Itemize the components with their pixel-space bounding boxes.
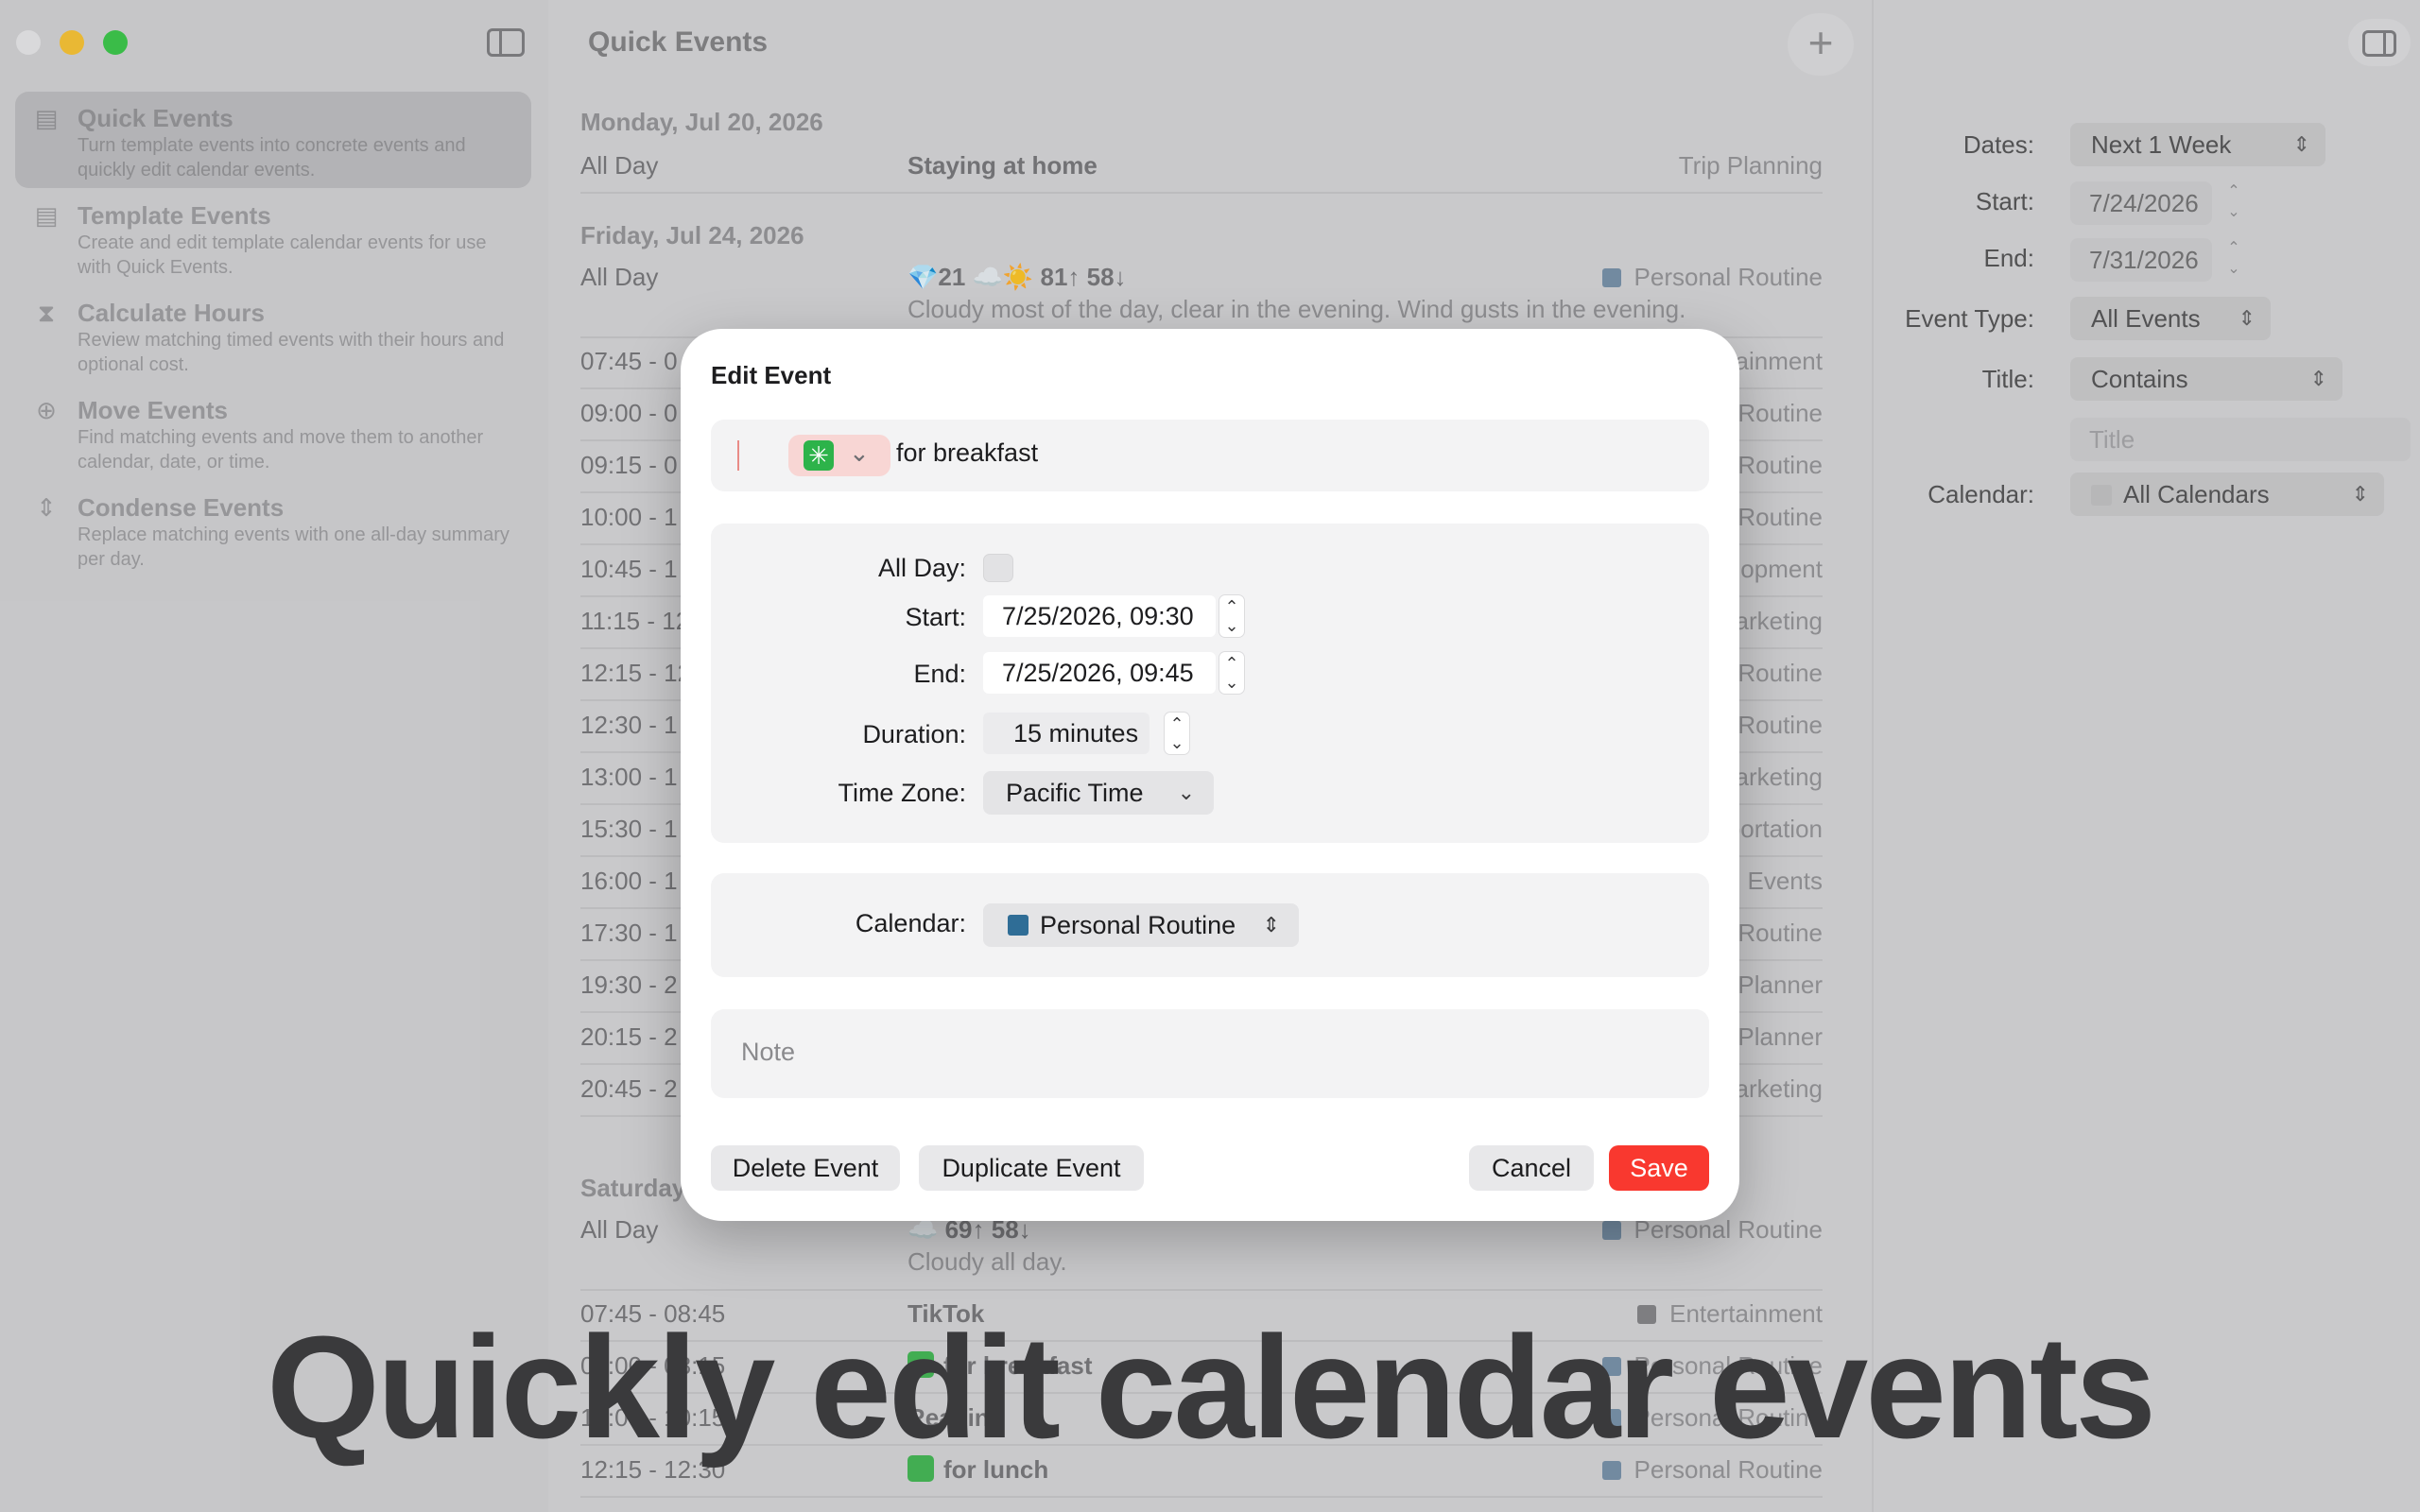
- start-datetime-field[interactable]: 7/25/2026, 09:30: [983, 595, 1216, 637]
- duration-label: Duration:: [862, 720, 966, 748]
- dialog-title: Edit Event: [711, 361, 832, 389]
- note-card: Note: [711, 1009, 1709, 1098]
- time-zone-select[interactable]: Pacific Time ⌄: [983, 771, 1214, 815]
- green-asterisk-emoji-icon: ✳: [804, 440, 834, 471]
- note-input[interactable]: Note: [741, 1038, 795, 1067]
- app-window: ▤ Quick Events Turn template events into…: [0, 0, 2420, 1512]
- chevron-down-icon: ⌄: [849, 438, 870, 467]
- start-datetime-stepper[interactable]: ⌃ ⌄: [1219, 595, 1244, 637]
- duplicate-event-button[interactable]: Duplicate Event: [919, 1145, 1144, 1191]
- calendar-label: Calendar:: [855, 909, 966, 937]
- marketing-caption: Quickly edit calendar events: [267, 1306, 2156, 1469]
- start-label: Start:: [905, 603, 966, 631]
- calendar-select[interactable]: Personal Routine ⇕: [983, 903, 1299, 947]
- end-datetime-stepper[interactable]: ⌃ ⌄: [1219, 652, 1244, 694]
- duration-stepper[interactable]: ⌃ ⌄: [1165, 713, 1189, 754]
- updown-chevron-icon: ⇕: [1262, 913, 1280, 936]
- calendar-color-swatch: [1008, 915, 1028, 936]
- event-title-card: ✳ ⌄ for breakfast: [711, 420, 1709, 491]
- event-title-input[interactable]: for breakfast: [896, 438, 1038, 468]
- time-zone-label: Time Zone:: [838, 779, 966, 807]
- duration-field[interactable]: 15 minutes: [983, 713, 1150, 754]
- all-day-checkbox[interactable]: [983, 554, 1013, 582]
- delete-event-button[interactable]: Delete Event: [711, 1145, 900, 1191]
- end-label: End:: [913, 660, 966, 688]
- save-button[interactable]: Save: [1609, 1145, 1709, 1191]
- end-datetime-field[interactable]: 7/25/2026, 09:45: [983, 652, 1216, 694]
- chevron-down-icon: ⌄: [1177, 781, 1195, 804]
- calendar-card: Calendar: Personal Routine ⇕: [711, 873, 1709, 977]
- time-zone-value: Pacific Time: [1006, 779, 1144, 807]
- edit-event-dialog: Edit Event ✳ ⌄ for breakfast All Day: St…: [681, 329, 1739, 1221]
- text-cursor: [737, 440, 739, 471]
- calendar-select-value: Personal Routine: [1040, 911, 1236, 939]
- emoji-picker-button[interactable]: ✳ ⌄: [788, 435, 890, 476]
- cancel-button[interactable]: Cancel: [1469, 1145, 1594, 1191]
- all-day-label: All Day:: [877, 554, 966, 582]
- time-settings-card: All Day: Start: 7/25/2026, 09:30 ⌃ ⌄ End:…: [711, 524, 1709, 843]
